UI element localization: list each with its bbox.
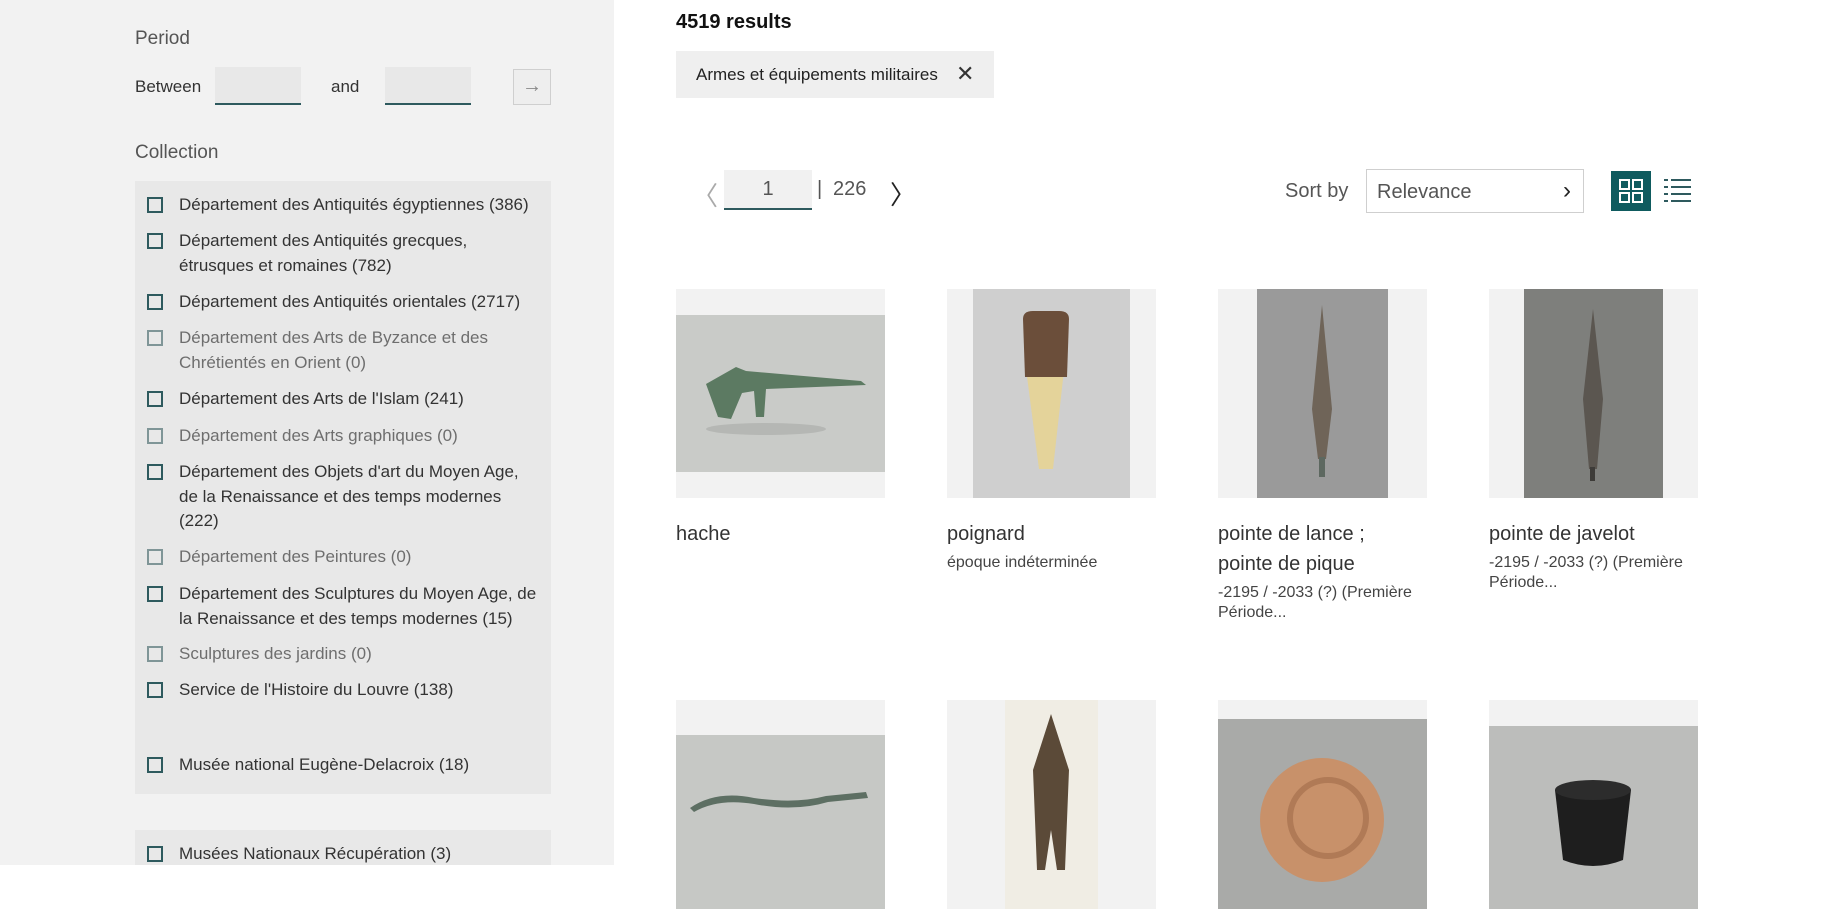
period-filter: Between and → — [135, 67, 551, 107]
period-to-input[interactable] — [385, 67, 471, 105]
arrow-right-icon: → — [522, 75, 542, 97]
period-from-input[interactable] — [215, 67, 301, 105]
checkbox[interactable] — [147, 549, 163, 565]
collection-filter-list: Département des Antiquités égyptiennes (… — [135, 181, 551, 794]
result-card[interactable]: poignard époque indéterminée — [947, 289, 1156, 571]
result-title[interactable]: pointe de javelot — [1489, 519, 1698, 549]
collection-option-label: Musée national Eugène-Delacroix (18) — [179, 755, 470, 774]
artwork-thumbnail[interactable] — [1218, 700, 1427, 909]
collection-option-label: Sculptures des jardins (0) — [179, 644, 372, 663]
checkbox[interactable] — [147, 586, 163, 602]
grid-view-button[interactable] — [1611, 171, 1651, 211]
result-card[interactable] — [1489, 700, 1698, 909]
checkbox[interactable] — [147, 464, 163, 480]
active-filter-chip[interactable]: Armes et équipements militaires ✕ — [676, 51, 994, 98]
results-panel: 4519 results Armes et équipements milita… — [676, 0, 1776, 909]
results-count: 4519 results — [676, 11, 792, 33]
artwork-thumbnail[interactable] — [676, 289, 885, 498]
checkbox[interactable] — [147, 428, 163, 444]
collection-option[interactable]: Sculptures des jardins (0) — [147, 642, 542, 667]
collection-option[interactable]: Musée national Eugène-Delacroix (18) — [147, 753, 542, 778]
result-card[interactable] — [676, 700, 885, 909]
artwork-thumbnail[interactable] — [1489, 700, 1698, 909]
collection-option-label: Musées Nationaux Récupération (3) — [179, 844, 452, 863]
between-label: Between — [135, 77, 202, 96]
page-number-input[interactable] — [724, 170, 812, 210]
collection-option[interactable]: Département des Sculptures du Moyen Age,… — [147, 582, 542, 631]
active-filter-label: Armes et équipements militaires — [696, 65, 938, 84]
collection-option-label: Département des Sculptures du Moyen Age,… — [179, 584, 537, 628]
collection-option-label: Département des Arts graphiques (0) — [179, 426, 458, 445]
checkbox[interactable] — [147, 233, 163, 249]
result-date: -2195 / -2033 (?) (Première Période... — [1218, 584, 1412, 621]
page-total: 226 — [833, 178, 867, 200]
collection-option-label: Département des Arts de l'Islam (241) — [179, 389, 464, 408]
result-card[interactable]: hache — [676, 289, 885, 545]
artwork-thumbnail[interactable] — [947, 289, 1156, 498]
collection-title: Collection — [135, 142, 219, 163]
collection-option-label: Département des Peintures (0) — [179, 547, 412, 566]
list-view-button[interactable] — [1664, 177, 1694, 205]
artwork-thumbnail[interactable] — [1489, 289, 1698, 498]
collection-option[interactable]: Département des Arts de Byzance et des C… — [147, 326, 542, 375]
artwork-thumbnail[interactable] — [1218, 289, 1427, 498]
sort-value: Relevance — [1377, 181, 1472, 203]
checkbox[interactable] — [147, 391, 163, 407]
collection-option[interactable]: Département des Antiquités égyptiennes (… — [147, 193, 542, 218]
collection-option[interactable]: Musées Nationaux Récupération (3) — [147, 842, 542, 865]
sort-label: Sort by — [1285, 180, 1349, 202]
period-apply-button[interactable]: → — [513, 69, 551, 105]
result-card[interactable] — [947, 700, 1156, 909]
page-separator: | — [817, 178, 823, 200]
result-date: -2195 / -2033 (?) (Première Période... — [1489, 554, 1683, 591]
checkbox[interactable] — [147, 757, 163, 773]
and-label: and — [331, 77, 360, 96]
collection-option-label: Département des Objets d'art du Moyen Ag… — [179, 462, 519, 530]
chevron-right-icon: › — [1563, 177, 1571, 204]
artwork-thumbnail[interactable] — [676, 700, 885, 909]
result-title[interactable]: poignard — [947, 519, 1156, 549]
collection-option[interactable]: Département des Objets d'art du Moyen Ag… — [147, 460, 542, 534]
checkbox[interactable] — [147, 330, 163, 346]
collection-option[interactable]: Département des Arts de l'Islam (241) — [147, 387, 542, 412]
checkbox[interactable] — [147, 294, 163, 310]
collection-option-label: Département des Antiquités orientales (2… — [179, 292, 521, 311]
result-card[interactable]: pointe de lance ; pointe de pique -2195 … — [1218, 289, 1427, 621]
pagination: 〈 | 226 〉 — [676, 170, 976, 212]
result-title[interactable]: hache — [676, 519, 885, 549]
checkbox[interactable] — [147, 197, 163, 213]
collection-option[interactable]: Département des Peintures (0) — [147, 545, 542, 570]
collection-option[interactable]: Département des Arts graphiques (0) — [147, 424, 542, 449]
checkbox[interactable] — [147, 646, 163, 662]
chevron-right-icon[interactable]: 〉 — [890, 175, 916, 212]
checkbox[interactable] — [147, 846, 163, 862]
result-card[interactable] — [1218, 700, 1427, 909]
chevron-left-icon[interactable]: 〈 — [692, 176, 718, 213]
period-title: Period — [135, 28, 190, 49]
result-title[interactable]: pointe de lance ; pointe de pique — [1218, 519, 1388, 579]
collection-option-label: Département des Arts de Byzance et des C… — [179, 328, 489, 372]
result-card[interactable]: pointe de javelot -2195 / -2033 (?) (Pre… — [1489, 289, 1698, 591]
close-icon[interactable]: ✕ — [956, 61, 974, 87]
checkbox[interactable] — [147, 682, 163, 698]
result-date: époque indéterminée — [947, 554, 1098, 571]
collection-option[interactable]: Département des Antiquités orientales (2… — [147, 290, 542, 315]
filter-sidebar: Period Between and → Collection Départem… — [0, 0, 614, 865]
artwork-thumbnail[interactable] — [947, 700, 1156, 909]
sort-select[interactable]: Relevance › — [1366, 169, 1584, 213]
collection-option-label: Département des Antiquités grecques, étr… — [179, 231, 468, 275]
collection-option[interactable]: Département des Antiquités grecques, étr… — [147, 229, 542, 278]
collection-filter-list-extra: Musées Nationaux Récupération (3) — [135, 830, 551, 865]
collection-option[interactable]: Service de l'Histoire du Louvre (138) — [147, 678, 542, 703]
collection-option-label: Service de l'Histoire du Louvre (138) — [179, 680, 454, 699]
collection-option-label: Département des Antiquités égyptiennes (… — [179, 195, 529, 214]
